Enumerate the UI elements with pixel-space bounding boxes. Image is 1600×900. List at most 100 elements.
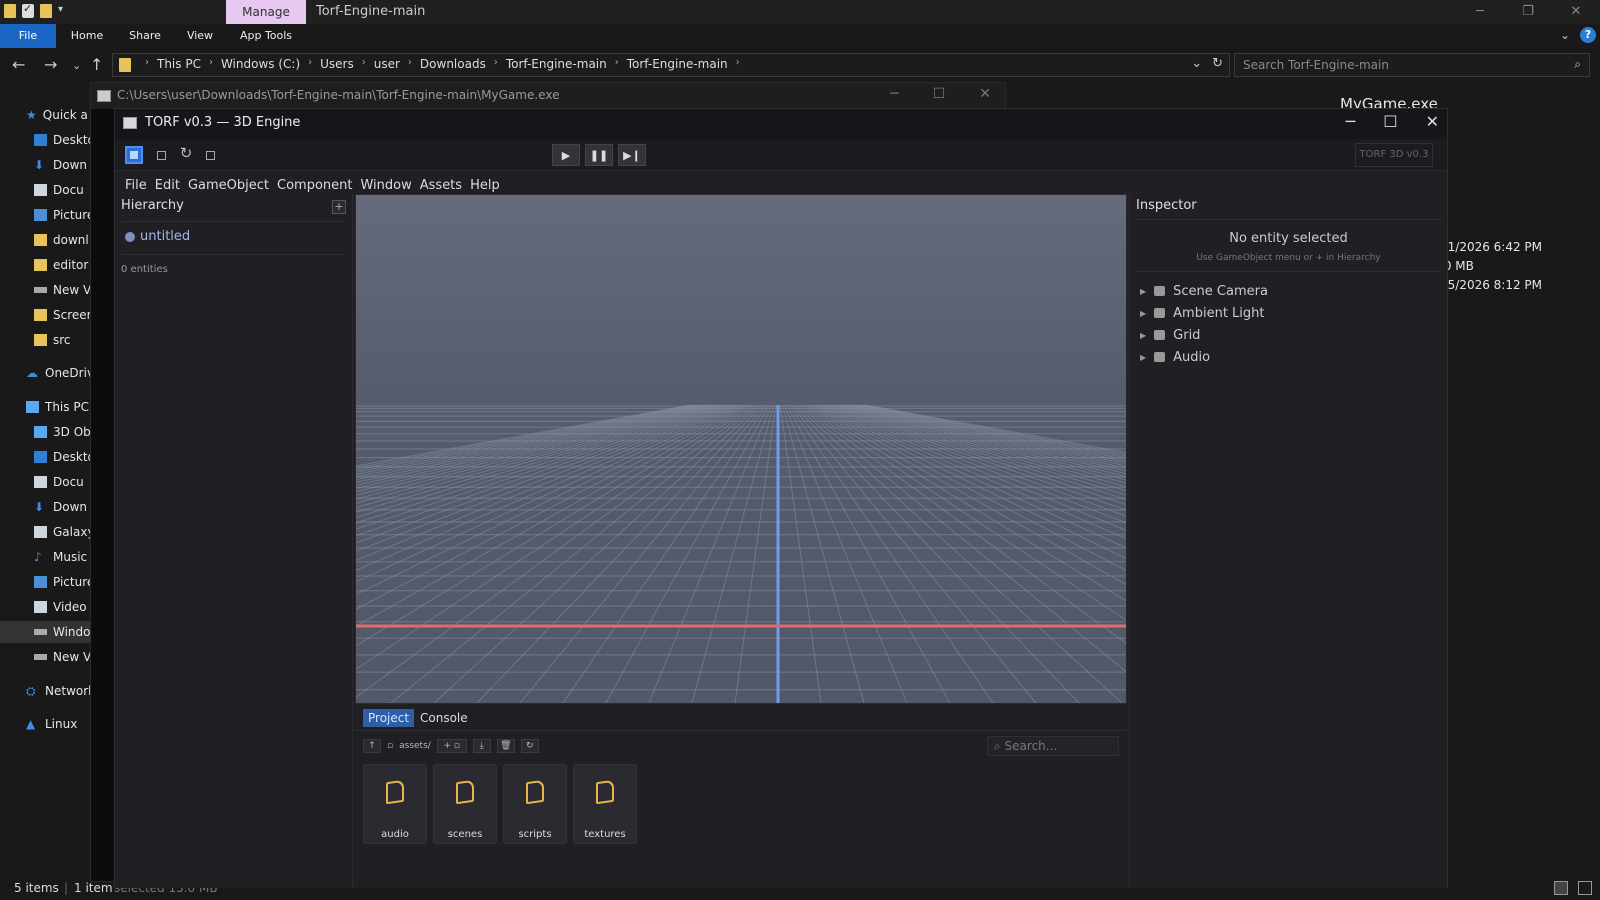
up-folder-icon[interactable]: ↑	[363, 739, 381, 753]
breadcrumb-item[interactable]: Users	[320, 57, 354, 71]
asset-folder-audio[interactable]: audio	[363, 764, 427, 844]
asset-folder-textures[interactable]: textures	[573, 764, 637, 844]
address-dropdown-icon[interactable]: ⌄	[1191, 56, 1202, 71]
nav-item[interactable]: downl	[0, 229, 90, 251]
asset-folder-scenes[interactable]: scenes	[433, 764, 497, 844]
menu-gameobject[interactable]: GameObject	[188, 178, 269, 193]
ribbon-tab-file[interactable]: File	[0, 24, 56, 48]
step-icon[interactable]: ▶❙	[618, 144, 646, 166]
close-icon[interactable]: ✕	[1552, 0, 1600, 24]
manage-tab[interactable]: Manage	[226, 0, 306, 24]
expand-ribbon-icon[interactable]: ⌄	[1560, 28, 1570, 42]
inspector-grid[interactable]: ▶ Grid	[1140, 326, 1200, 344]
refresh-icon[interactable]: ↻	[1212, 56, 1223, 71]
refresh-icon[interactable]: ↻	[520, 739, 539, 753]
delete-icon[interactable]: 🗑	[496, 739, 515, 753]
rotate-tool-icon[interactable]: ↻	[177, 144, 195, 162]
scale-tool-icon[interactable]	[206, 151, 215, 160]
nav-item[interactable]: ⬇ Down	[0, 154, 90, 176]
play-icon[interactable]: ▶	[552, 144, 580, 166]
nav-item[interactable]: ♪ Music	[0, 546, 90, 568]
up-arrow-icon[interactable]: ↑	[90, 55, 103, 74]
close-icon[interactable]: ✕	[1426, 112, 1439, 131]
inspector-ambient-light[interactable]: ▶ Ambient Light	[1140, 304, 1265, 322]
ribbon-tab-share[interactable]: Share	[118, 24, 172, 48]
nav-item-label: Down	[53, 500, 88, 514]
address-bar[interactable]: › This PC › Windows (C:) › Users › user › Do…	[112, 53, 1230, 77]
menu-edit[interactable]: Edit	[155, 178, 180, 193]
ribbon-tab-app-tools[interactable]: App Tools	[232, 24, 300, 48]
ribbon-tab-view[interactable]: View	[178, 24, 222, 48]
menu-window[interactable]: Window	[360, 178, 411, 193]
help-icon[interactable]: ?	[1580, 27, 1596, 43]
nav-item[interactable]: ▲ Linux	[0, 713, 90, 735]
menu-file[interactable]: File	[125, 178, 147, 193]
nav-item[interactable]: ⬇ Down	[0, 496, 90, 518]
desktop-icon	[34, 451, 47, 463]
nav-item[interactable]: Deskto	[0, 129, 90, 151]
folder-icon[interactable]	[4, 4, 16, 18]
nav-item[interactable]: Picture	[0, 204, 90, 226]
large-icons-view-icon[interactable]	[1578, 881, 1592, 895]
minimize-icon[interactable]: ─	[1346, 112, 1356, 131]
nav-item[interactable]: ☁ OneDriv	[0, 362, 90, 384]
tab-console[interactable]: Console	[415, 709, 473, 727]
asset-search-input[interactable]: ⌕ Search...	[987, 736, 1119, 756]
menu-help[interactable]: Help	[470, 178, 500, 193]
select-tool-icon[interactable]	[125, 146, 143, 164]
close-icon[interactable]: ✕	[979, 86, 991, 102]
breadcrumb-item[interactable]: This PC	[157, 57, 201, 71]
new-folder-icon[interactable]	[40, 4, 52, 18]
import-icon[interactable]: ⤓	[472, 739, 491, 753]
maximize-icon[interactable]: ☐	[933, 86, 946, 102]
add-entity-button[interactable]: +	[332, 200, 346, 214]
breadcrumb-item[interactable]: Downloads	[420, 57, 486, 71]
nav-item[interactable]: ⛭ Network	[0, 680, 90, 702]
properties-icon[interactable]	[22, 2, 34, 18]
menu-assets[interactable]: Assets	[420, 178, 462, 193]
nav-item[interactable]: Picture	[0, 571, 90, 593]
nav-item[interactable]: Galaxy	[0, 521, 90, 543]
nav-item[interactable]: 3D Ob	[0, 421, 90, 443]
restore-icon[interactable]: ❐	[1504, 0, 1552, 24]
nav-item[interactable]: ★ Quick a	[0, 104, 90, 126]
minimize-icon[interactable]: ─	[890, 86, 898, 102]
back-arrow-icon[interactable]: ←	[12, 55, 25, 74]
explorer-search-input[interactable]: Search Torf-Engine-main ⌕	[1234, 53, 1590, 77]
pause-icon[interactable]: ❚❚	[585, 144, 613, 166]
forward-arrow-icon[interactable]: →	[44, 55, 57, 74]
scene-viewport[interactable]	[355, 194, 1127, 704]
details-view-icon[interactable]	[1554, 881, 1568, 895]
nav-item[interactable]: This PC	[0, 396, 90, 418]
ribbon-tab-home[interactable]: Home	[62, 24, 112, 48]
move-tool-icon[interactable]	[157, 151, 166, 160]
nav-item[interactable]: Docu	[0, 179, 90, 201]
nav-item[interactable]: Video	[0, 596, 90, 618]
inspector-scene-camera[interactable]: ▶ Scene Camera	[1140, 282, 1268, 300]
recent-locations-icon[interactable]: ⌄	[72, 59, 81, 72]
menu-component[interactable]: Component	[277, 178, 352, 193]
breadcrumb-item[interactable]: user	[374, 57, 400, 71]
grid-line	[356, 404, 744, 583]
nav-item[interactable]: src	[0, 329, 90, 351]
new-folder-button[interactable]: + ▫	[436, 739, 467, 753]
inspector-audio[interactable]: ▶ Audio	[1140, 348, 1210, 366]
scene-item[interactable]: untitled	[125, 229, 190, 244]
nav-item[interactable]: Screer	[0, 304, 90, 326]
nav-item[interactable]: New Volun	[0, 646, 90, 668]
nav-item[interactable]: editor	[0, 254, 90, 276]
nav-item[interactable]: Windows (	[0, 621, 90, 643]
nav-item[interactable]: Docu	[0, 471, 90, 493]
app-icon	[123, 117, 137, 129]
breadcrumb-item[interactable]: Torf-Engine-main	[506, 57, 607, 71]
minimize-icon[interactable]: ─	[1456, 0, 1504, 24]
breadcrumb-item[interactable]: Windows (C:)	[221, 57, 300, 71]
breadcrumb-item[interactable]: Torf-Engine-main	[627, 57, 728, 71]
maximize-icon[interactable]: ☐	[1383, 112, 1397, 131]
customize-arrow-icon[interactable]: ▾	[58, 4, 63, 18]
nav-item[interactable]: New V	[0, 279, 90, 301]
asset-folder-scripts[interactable]: scripts	[503, 764, 567, 844]
nav-item-label: src	[53, 333, 71, 347]
nav-item[interactable]: Deskto	[0, 446, 90, 468]
tab-project[interactable]: Project	[363, 709, 415, 727]
